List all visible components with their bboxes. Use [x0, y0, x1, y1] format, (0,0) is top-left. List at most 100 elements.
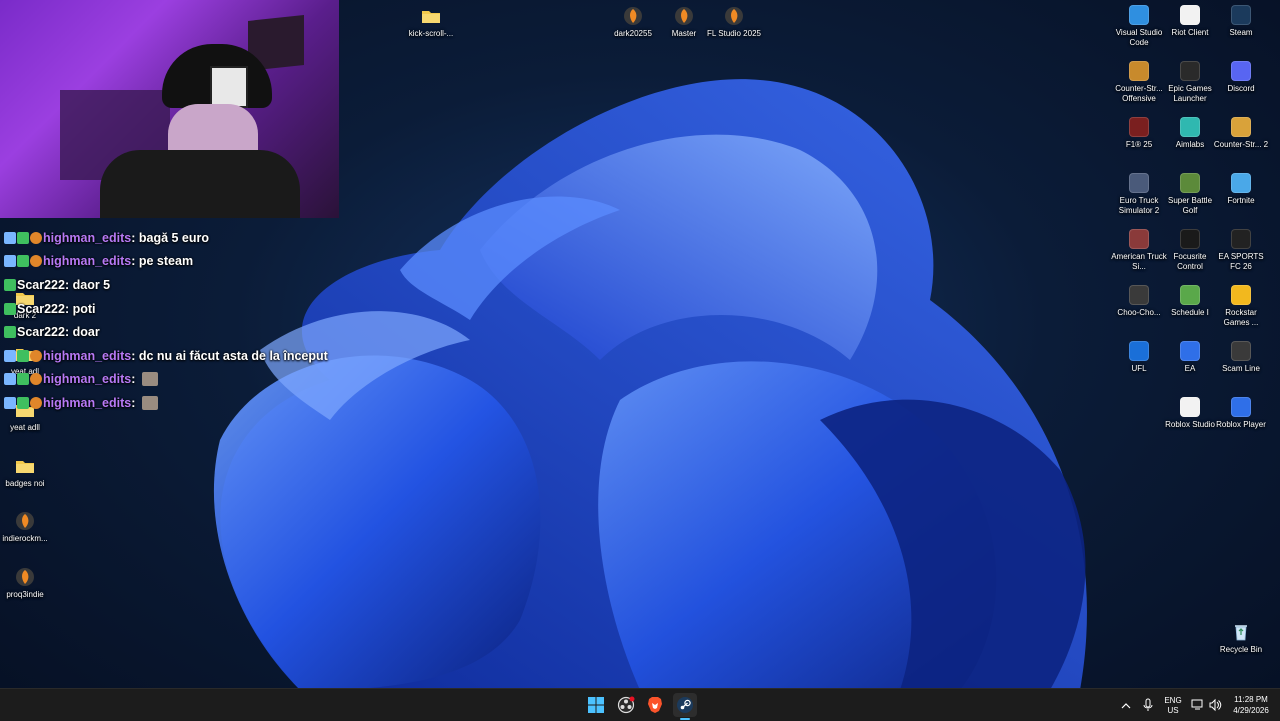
desktop-icon-kick-scroll[interactable]: kick-scroll-...	[403, 6, 459, 39]
csgo-icon	[1129, 61, 1149, 81]
chat-message: highman_edits: pe steam	[4, 250, 328, 274]
chat-badge-icon	[17, 255, 29, 268]
desktop-icon-steam[interactable]: Steam	[1213, 5, 1269, 38]
folder-icon	[16, 461, 34, 473]
desktop-icon-focusrite[interactable]: Focusrite Control	[1162, 229, 1218, 272]
desktop-icon-f1[interactable]: F1® 25	[1111, 117, 1167, 150]
chat-text: doar	[72, 325, 100, 340]
chat-badge-icon	[4, 349, 16, 362]
chat-username[interactable]: highman_edits	[43, 372, 131, 386]
chat-username[interactable]: Scar222	[17, 302, 65, 316]
desktop-icon-label: EA SPORTS FC 26	[1218, 252, 1264, 271]
clock-time: 11:28 PM	[1234, 695, 1268, 704]
desktop-icon-indierockm[interactable]: indierockm...	[0, 511, 53, 544]
desktop-icon-fc26[interactable]: EA SPORTS FC 26	[1213, 229, 1269, 272]
cs2-icon	[1231, 117, 1251, 137]
desktop-icon-fortnite[interactable]: Fortnite	[1213, 173, 1269, 206]
desktop-icon-label: Super Battle Golf	[1167, 196, 1213, 215]
clock[interactable]: 11:28 PM 4/29/2026	[1226, 693, 1276, 717]
chat-username[interactable]: Scar222	[17, 278, 65, 292]
chat-separator: :	[131, 230, 139, 245]
golf-icon	[1180, 173, 1200, 193]
chat-username[interactable]: highman_edits	[43, 396, 131, 410]
chat-message: highman_edits:	[4, 391, 328, 415]
desktop-icon-scam-line[interactable]: Scam Line	[1213, 341, 1269, 374]
desktop-icon-label: Euro Truck Simulator 2	[1118, 196, 1160, 215]
desktop-icon-badges-noi[interactable]: badges noi	[0, 456, 53, 489]
choo-choo-icon	[1129, 285, 1149, 305]
roblox-icon	[1231, 397, 1251, 417]
desktop-icon-discord[interactable]: Discord	[1213, 61, 1269, 94]
chat-badge-icon	[4, 326, 16, 339]
desktop-icon-rockstar[interactable]: Rockstar Games ...	[1213, 285, 1269, 328]
desktop-icon-cs2[interactable]: Counter-Str... 2	[1213, 117, 1269, 150]
language-indicator[interactable]: ENG US	[1160, 695, 1186, 717]
chat-text: pe steam	[138, 254, 194, 269]
desktop-icon-ets2[interactable]: Euro Truck Simulator 2	[1111, 173, 1167, 216]
microphone-icon	[1143, 698, 1153, 711]
f1-icon	[1129, 117, 1149, 137]
desktop-icon-recycle-bin[interactable]: Recycle Bin	[1213, 622, 1269, 655]
taskbar-steam-button[interactable]	[673, 693, 697, 717]
taskbar-brave-button[interactable]	[643, 693, 667, 717]
webcam-overlay	[0, 0, 339, 218]
desktop-icon-label: Steam	[1229, 28, 1253, 37]
epic-games-icon	[1180, 61, 1200, 81]
chat-badge-icon	[17, 231, 29, 244]
steam-icon	[1231, 5, 1251, 25]
desktop-icon-ea[interactable]: EA	[1162, 341, 1218, 374]
windows-start-icon	[588, 697, 604, 713]
desktop-icon-roblox-studio[interactable]: Roblox Studio	[1162, 397, 1218, 430]
chat-text: poti	[72, 301, 96, 316]
chat-badge-icon	[17, 396, 29, 409]
desktop-icon-proq3indie[interactable]: proq3indie	[0, 567, 53, 600]
desktop-icon-master[interactable]: Master	[656, 6, 712, 39]
desktop-icon-choo-choo[interactable]: Choo-Cho...	[1111, 285, 1167, 318]
chat-separator: :	[64, 325, 73, 340]
taskbar-obs-button[interactable]	[614, 693, 638, 717]
desktop-icon-csgo[interactable]: Counter-Str... Offensive	[1111, 61, 1167, 104]
desktop-icon-label: Scam Line	[1222, 364, 1260, 373]
chat-username[interactable]: highman_edits	[43, 349, 131, 363]
desktop-icon-label: Fortnite	[1227, 196, 1255, 205]
chat-emote-icon	[141, 372, 158, 387]
fl-studio-icon	[16, 512, 34, 530]
vscode-icon	[1129, 5, 1149, 25]
desktop-icon-dark20255[interactable]: dark20255	[605, 6, 661, 39]
desktop-icon-golf[interactable]: Super Battle Golf	[1162, 173, 1218, 216]
chat-username[interactable]: highman_edits	[43, 231, 131, 245]
obs-icon	[617, 696, 635, 714]
microphone-button[interactable]	[1142, 698, 1154, 712]
roblox-studio-icon	[1180, 397, 1200, 417]
desktop-icon-fl-studio[interactable]: FL Studio 2025	[706, 6, 762, 39]
desktop-icon-roblox[interactable]: Roblox Player	[1213, 397, 1269, 430]
recycle-bin-icon	[1235, 625, 1247, 641]
desktop-icon-schedule[interactable]: Schedule I	[1162, 285, 1218, 318]
desktop-icon-epic-games[interactable]: Epic Games Launcher	[1162, 61, 1218, 104]
desktop-icon-label: Schedule I	[1171, 308, 1209, 317]
chat-message: Scar222: doar	[4, 320, 328, 344]
desktop-icon-ufl[interactable]: UFL	[1111, 341, 1167, 374]
desktop-icon-file[interactable]: Riot Client	[1162, 5, 1218, 38]
chat-badge-icon	[4, 278, 16, 291]
show-hidden-icons-button[interactable]	[1120, 699, 1132, 711]
desktop-icon-label: Visual Studio Code	[1115, 28, 1163, 47]
desktop-icon-label: Epic Games Launcher	[1168, 84, 1212, 103]
chat-text: dc nu ai făcut asta de la început	[138, 348, 328, 363]
desktop-icon-vscode[interactable]: Visual Studio Code	[1111, 5, 1167, 48]
start-button[interactable]	[584, 693, 608, 717]
fl-studio-icon	[675, 7, 693, 25]
desktop-icon-label: Aimlabs	[1175, 140, 1205, 149]
chat-badge-icon	[30, 255, 42, 268]
clock-date: 4/29/2026	[1233, 706, 1269, 715]
cap-logo-patch	[210, 66, 248, 108]
desktop-icon-ats[interactable]: American Truck Si...	[1111, 229, 1167, 272]
desktop-icon-aimlabs[interactable]: Aimlabs	[1162, 117, 1218, 150]
desktop-icon-label: American Truck Si...	[1111, 252, 1167, 271]
chat-username[interactable]: Scar222	[17, 325, 65, 339]
network-volume-button[interactable]	[1191, 698, 1223, 712]
fl-studio-icon	[16, 568, 34, 586]
chat-username[interactable]: highman_edits	[43, 254, 131, 268]
network-icon	[1191, 699, 1203, 710]
chat-message: highman_edits:	[4, 368, 328, 392]
